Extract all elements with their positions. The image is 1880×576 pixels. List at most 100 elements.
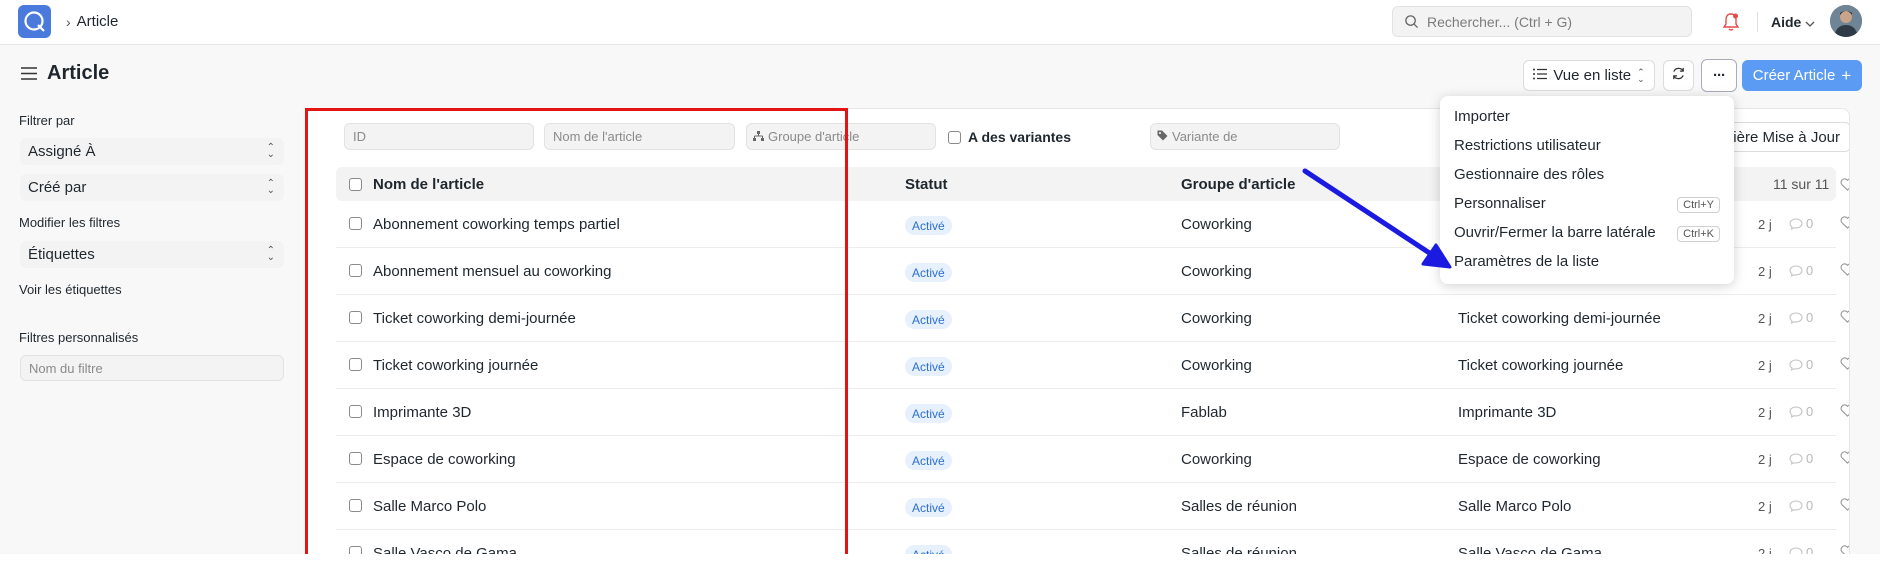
app-logo-icon[interactable] (18, 5, 51, 38)
item-name-filter-input[interactable] (544, 123, 735, 150)
row-comments[interactable]: 0 (1789, 451, 1813, 466)
status-badge: Activé (905, 498, 952, 517)
row-item-id: Salle Marco Polo (1458, 498, 1572, 515)
comment-icon (1789, 358, 1803, 371)
assigned-to-filter[interactable]: Assigné À ⌃ ⌄ (20, 138, 284, 165)
chevron-updown-icon: ⌃ ⌄ (266, 142, 275, 160)
table-row[interactable]: Espace de coworking Activé Coworking Esp… (336, 436, 1849, 483)
menu-item-label: Gestionnaire des rôles (1454, 166, 1605, 183)
table-row[interactable]: Ticket coworking demi-journée Activé Cow… (336, 295, 1849, 342)
row-modified-ago: 2 j (1758, 217, 1772, 232)
comment-count: 0 (1806, 498, 1814, 513)
row-item-name[interactable]: Salle Marco Polo (373, 498, 486, 515)
menu-item-label: Ouvrir/Fermer la barre latérale (1454, 224, 1656, 241)
like-heart-icon[interactable] (1840, 357, 1849, 374)
comment-icon (1789, 264, 1803, 277)
id-filter-input[interactable] (344, 123, 534, 150)
item-group-filter-input[interactable] (768, 129, 918, 144)
comment-count: 0 (1806, 216, 1814, 231)
sidebar-toggle-icon[interactable] (21, 67, 37, 84)
status-badge: Activé (905, 216, 952, 235)
row-comments[interactable]: 0 (1789, 310, 1813, 325)
help-label: Aide (1771, 14, 1802, 30)
menu-item[interactable]: Restrictions utilisateur (1454, 137, 1720, 154)
row-checkbox[interactable] (349, 264, 362, 277)
table-row[interactable]: Ticket coworking journée Activé Coworkin… (336, 342, 1849, 389)
chevron-down-icon (1805, 14, 1815, 30)
tags-filter[interactable]: Étiquettes ⌃ ⌄ (20, 241, 284, 268)
row-checkbox[interactable] (349, 217, 362, 230)
notification-bell-icon[interactable] (1722, 12, 1740, 36)
variant-of-filter[interactable] (1150, 123, 1340, 150)
sort-by-button[interactable]: Dernière Mise à Jour (1721, 122, 1849, 152)
column-header-group[interactable]: Groupe d'article (1181, 176, 1295, 193)
row-checkbox[interactable] (349, 452, 362, 465)
menu-item[interactable]: Importer (1454, 108, 1720, 125)
filter-name-input[interactable] (20, 355, 284, 381)
navbar: › Article Aide (0, 0, 1880, 45)
row-comments[interactable]: 0 (1789, 404, 1813, 419)
row-item-group: Coworking (1181, 263, 1252, 280)
has-variants-filter[interactable]: A des variantes (948, 129, 1071, 145)
row-comments[interactable]: 0 (1789, 498, 1813, 513)
more-actions-button[interactable]: ··· (1701, 59, 1737, 92)
edit-filters-link[interactable]: Modifier les filtres (19, 215, 120, 230)
row-item-group: Salles de réunion (1181, 498, 1297, 515)
row-comments[interactable]: 0 (1789, 263, 1813, 278)
variant-of-filter-input[interactable] (1172, 129, 1322, 144)
status-badge: Activé (905, 451, 952, 470)
row-item-name[interactable]: Ticket coworking journée (373, 357, 538, 374)
search-input[interactable] (1427, 13, 1677, 30)
table-row[interactable]: Imprimante 3D Activé Fablab Imprimante 3… (336, 389, 1849, 436)
breadcrumb: › Article (66, 13, 118, 30)
like-heart-icon[interactable] (1840, 310, 1849, 327)
refresh-button[interactable] (1663, 60, 1694, 91)
heart-icon[interactable] (1840, 178, 1849, 195)
row-item-name[interactable]: Ticket coworking demi-journée (373, 310, 576, 327)
row-item-name[interactable]: Imprimante 3D (373, 404, 471, 421)
comment-icon (1789, 405, 1803, 418)
record-count: 11 sur 11 (1773, 176, 1830, 192)
navbar-divider (1757, 12, 1758, 32)
like-heart-icon[interactable] (1840, 451, 1849, 468)
user-avatar[interactable] (1830, 5, 1862, 37)
row-checkbox[interactable] (349, 405, 362, 418)
help-dropdown[interactable]: Aide (1771, 14, 1815, 30)
assigned-to-label: Assigné À (28, 143, 96, 160)
hierarchy-icon (753, 129, 764, 144)
row-modified-ago: 2 j (1758, 311, 1772, 326)
row-item-group: Fablab (1181, 404, 1227, 421)
like-heart-icon[interactable] (1840, 263, 1849, 280)
row-item-name[interactable]: Espace de coworking (373, 451, 516, 468)
more-actions-label: ··· (1713, 67, 1726, 84)
column-header-status[interactable]: Statut (905, 176, 948, 193)
row-checkbox[interactable] (349, 499, 362, 512)
show-tags-link[interactable]: Voir les étiquettes (19, 282, 122, 297)
item-group-filter[interactable] (746, 123, 936, 150)
breadcrumb-item-article[interactable]: Article (77, 13, 119, 30)
row-comments[interactable]: 0 (1789, 357, 1813, 372)
global-search[interactable] (1392, 6, 1692, 37)
create-article-button[interactable]: Créer Article + (1742, 60, 1862, 91)
row-item-name[interactable]: Abonnement mensuel au coworking (373, 263, 611, 280)
has-variants-checkbox[interactable] (948, 130, 961, 144)
more-actions-menu: Importer Restrictions utilisateur Gestionn… (1440, 96, 1734, 284)
list-icon (1533, 67, 1548, 84)
status-badge: Activé (905, 357, 952, 376)
row-checkbox[interactable] (349, 311, 362, 324)
plus-icon: + (1841, 65, 1852, 85)
row-comments[interactable]: 0 (1789, 216, 1813, 231)
like-heart-icon[interactable] (1840, 404, 1849, 421)
created-by-filter[interactable]: Créé par ⌃ ⌄ (20, 174, 284, 201)
like-heart-icon[interactable] (1840, 216, 1849, 233)
view-switcher-button[interactable]: Vue en liste ⌃ ⌄ (1523, 60, 1655, 91)
select-all-checkbox[interactable] (349, 178, 362, 191)
table-row[interactable]: Salle Marco Polo Activé Salles de réunio… (336, 483, 1849, 530)
like-heart-icon[interactable] (1840, 498, 1849, 515)
menu-item[interactable]: Paramètres de la liste (1454, 253, 1720, 270)
row-checkbox[interactable] (349, 358, 362, 371)
row-item-name[interactable]: Abonnement coworking temps partiel (373, 216, 620, 233)
row-item-group: Coworking (1181, 357, 1252, 374)
menu-item[interactable]: Gestionnaire des rôles (1454, 166, 1720, 183)
column-header-name[interactable]: Nom de l'article (373, 176, 484, 193)
